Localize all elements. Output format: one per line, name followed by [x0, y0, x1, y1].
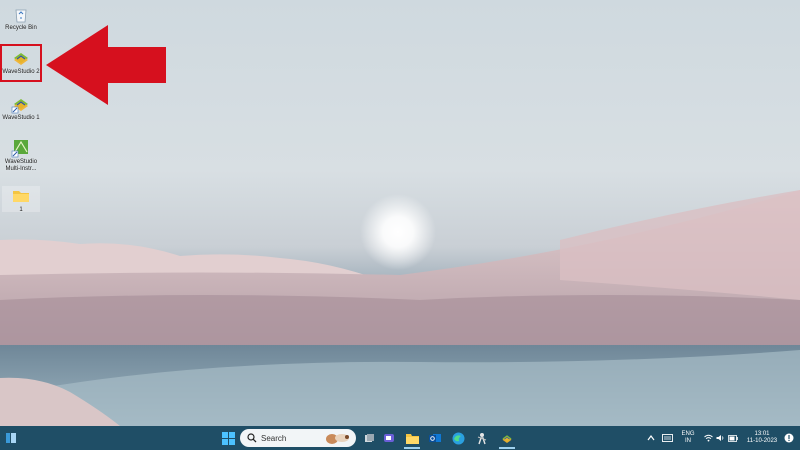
task-view-icon [364, 433, 374, 442]
red-pointer-arrow-icon [46, 25, 166, 105]
search-highlight-illustration-icon [326, 434, 349, 444]
taskbar: Search ENG IN 13:01 11-10-2023 [0, 426, 800, 450]
notification-badge-icon [784, 433, 794, 443]
clock-date: 11-10-2023 [746, 438, 778, 444]
edge-browser-button[interactable] [451, 429, 465, 447]
widgets-button[interactable] [4, 429, 18, 447]
show-hidden-icons-button[interactable] [645, 429, 657, 447]
desktop-icon-label: 1 [19, 207, 23, 213]
desktop-icon-folder-1[interactable]: 1 [2, 186, 40, 213]
widgets-icon [6, 433, 16, 443]
clock-time: 13:01 [754, 431, 770, 437]
outlook-icon [429, 434, 441, 442]
app-figure-icon [477, 432, 487, 444]
desktop[interactable]: Recycle Bin WaveStudio 2 WaveStudio 1 Wa… [0, 0, 800, 426]
desktop-icon-wavestudio-1[interactable]: WaveStudio 1 [2, 94, 40, 122]
file-explorer-button[interactable] [404, 429, 420, 449]
outlook-button[interactable] [428, 429, 442, 447]
wavestudio-multi-app-icon [11, 140, 28, 158]
keyboard-icon [661, 434, 673, 442]
desktop-icon-label: Recycle Bin [5, 25, 37, 31]
wavestudio-app-icon [502, 434, 512, 443]
windows-logo-icon [221, 431, 235, 445]
touch-keyboard-button[interactable] [660, 429, 674, 447]
clock[interactable]: 13:01 11-10-2023 [742, 429, 782, 447]
folder-icon [13, 191, 29, 202]
wavestudio-app-icon [11, 99, 28, 114]
folder-icon [405, 433, 419, 444]
wavestudio-taskbar-button[interactable] [499, 429, 515, 449]
wifi-icon [704, 434, 713, 442]
app-launcher-button[interactable] [475, 429, 489, 447]
start-button[interactable] [220, 429, 236, 447]
taskbar-search-box[interactable]: Search [240, 429, 356, 447]
recycle-bin-icon [15, 9, 27, 23]
search-placeholder: Search [261, 433, 287, 443]
battery-icon [728, 434, 738, 442]
desktop-icon-recycle-bin[interactable]: Recycle Bin [2, 4, 40, 32]
volume-icon [716, 435, 724, 441]
desktop-icon-label: WaveStudio Multi-Instr... [4, 159, 38, 172]
desktop-icon-label: WaveStudio 2 [2, 69, 40, 75]
chevron-up-icon [647, 435, 655, 441]
edge-browser-icon [452, 432, 464, 444]
desktop-icon-wavestudio-2[interactable]: WaveStudio 2 [0, 44, 42, 82]
language-code: ENG [681, 431, 695, 437]
search-icon [247, 433, 257, 443]
meet-app-button[interactable] [382, 429, 396, 447]
notifications-button[interactable] [782, 429, 796, 447]
region-code: IN [685, 438, 691, 444]
quick-settings-button[interactable] [702, 429, 740, 447]
language-indicator[interactable]: ENG IN [678, 429, 698, 447]
task-view-button[interactable] [362, 429, 376, 447]
wavestudio-app-icon [14, 53, 28, 65]
desktop-icon-wavestudio-multi[interactable]: WaveStudio Multi-Instr... [2, 138, 40, 173]
desktop-icon-label: WaveStudio 1 [2, 115, 40, 121]
video-call-icon [384, 434, 394, 442]
